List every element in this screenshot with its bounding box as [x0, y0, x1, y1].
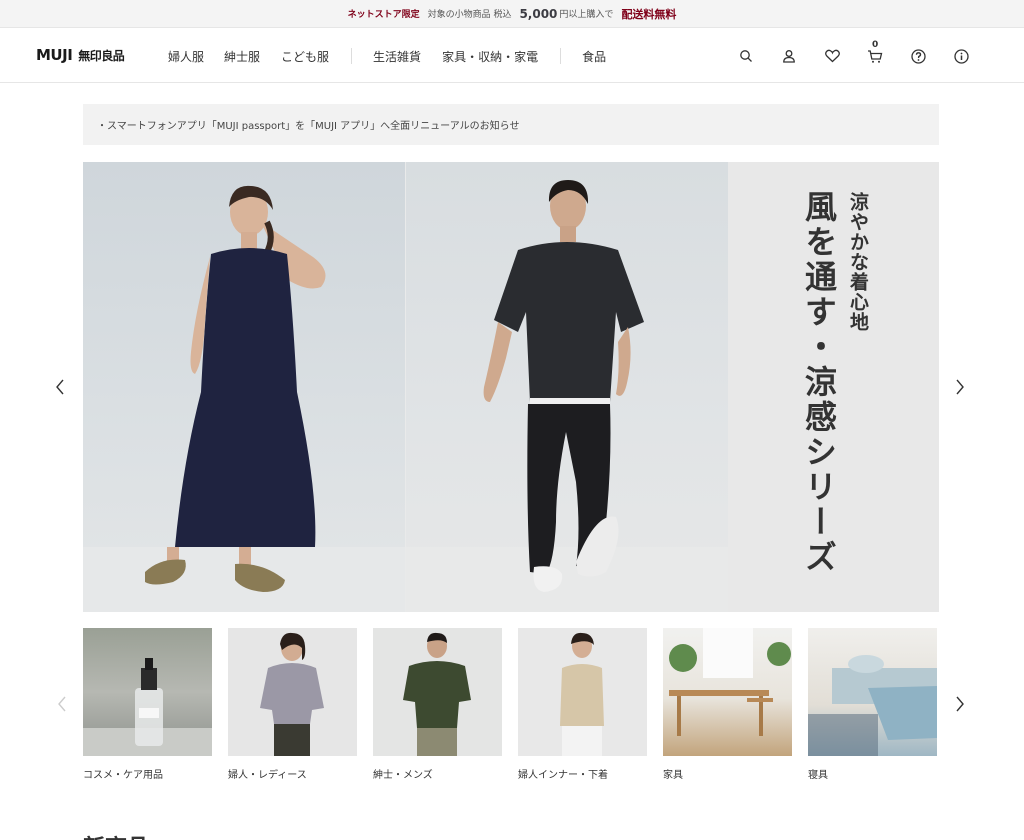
category-image-mens: [373, 628, 502, 756]
promo-text-before: 対象の小物商品 税込: [427, 10, 512, 20]
hero-title: 風を通す・涼感シリーズ: [800, 190, 838, 575]
category-item-mens[interactable]: 紳士・メンズ: [373, 628, 502, 788]
nav-item-womens[interactable]: 婦人服: [168, 48, 204, 65]
category-image-womens: [228, 628, 357, 756]
category-image-womens-inner: [518, 628, 647, 756]
category-label: 家具: [663, 770, 683, 781]
nav-divider: [560, 48, 562, 64]
header-icons: 0: [735, 29, 972, 83]
logo-text-en: MUJI: [36, 46, 73, 64]
new-products-heading: 新商品: [83, 830, 149, 840]
category-image-bedding: [808, 628, 937, 756]
nav-item-food[interactable]: 食品: [582, 48, 606, 65]
notice-text: ・スマートフォンアプリ「MUJI passport」を「MUJI アプリ」へ全面…: [97, 121, 520, 132]
category-item-womens[interactable]: 婦人・レディース: [228, 628, 357, 788]
category-item-womens-inner[interactable]: 婦人インナー・下着: [518, 628, 647, 788]
category-label: 婦人インナー・下着: [518, 770, 608, 781]
info-icon[interactable]: [950, 45, 972, 67]
category-item-cosmetics[interactable]: コスメ・ケア用品: [83, 628, 212, 788]
heart-icon[interactable]: [821, 45, 843, 67]
nav-item-kids[interactable]: こども服: [281, 48, 329, 65]
category-carousel: コスメ・ケア用品 婦人・レディース 紳士・メンズ 婦人インナー・下着 家具 寝具: [83, 628, 939, 788]
promo-free-shipping: 配送料無料: [621, 7, 677, 21]
promo-bar[interactable]: ネットストア限定 対象の小物商品 税込 5,000 円以上購入で 配送料無料: [0, 0, 1024, 28]
promo-text-after: 円以上購入で: [559, 10, 614, 20]
nav-item-household[interactable]: 生活雑貨: [373, 48, 421, 65]
category-label: 寝具: [808, 770, 828, 781]
hero-image-man: [406, 162, 728, 612]
site-header: MUJI 無印良品 婦人服 紳士服 こども服 生活雑貨 家具・収納・家電 食品 …: [0, 29, 1024, 83]
hero-next-arrow[interactable]: [950, 377, 970, 397]
logo-text-ja: 無印良品: [78, 49, 125, 63]
user-icon[interactable]: [778, 45, 800, 67]
nav-divider: [351, 48, 353, 64]
search-icon[interactable]: [735, 45, 757, 67]
category-label: コスメ・ケア用品: [83, 770, 163, 781]
nav-item-mens[interactable]: 紳士服: [224, 48, 260, 65]
notice-banner[interactable]: ・スマートフォンアプリ「MUJI passport」を「MUJI アプリ」へ全面…: [83, 104, 939, 145]
hero-subtitle: 涼やかな着心地: [847, 192, 869, 332]
category-item-furniture[interactable]: 家具: [663, 628, 792, 788]
promo-tag: ネットストア限定: [347, 10, 420, 20]
cart-count-badge: 0: [872, 40, 879, 50]
main-nav: 婦人服 紳士服 こども服 生活雑貨 家具・収納・家電 食品: [168, 29, 606, 83]
category-image-furniture: [663, 628, 792, 756]
category-label: 紳士・メンズ: [373, 770, 433, 781]
category-next-arrow[interactable]: [950, 694, 970, 714]
muji-logo[interactable]: MUJI 無印良品: [36, 46, 125, 66]
category-image-cosmetics: [83, 628, 212, 756]
nav-item-furniture[interactable]: 家具・収納・家電: [442, 48, 538, 65]
promo-amount: 5,000: [519, 6, 558, 21]
hero-prev-arrow[interactable]: [50, 377, 70, 397]
hero-image-woman: [83, 162, 405, 612]
category-item-bedding[interactable]: 寝具: [808, 628, 937, 788]
hero-banner[interactable]: 涼やかな着心地 風を通す・涼感シリーズ: [83, 162, 939, 612]
cart-icon[interactable]: 0: [864, 40, 886, 67]
category-label: 婦人・レディース: [228, 770, 307, 781]
category-prev-arrow[interactable]: [52, 694, 72, 714]
help-icon[interactable]: [907, 45, 929, 67]
